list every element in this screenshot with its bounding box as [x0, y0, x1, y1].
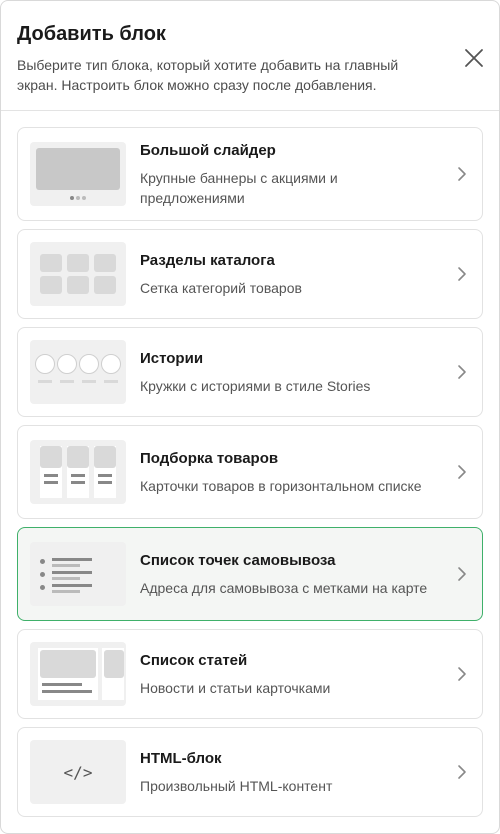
chevron-right-icon — [458, 167, 466, 181]
products-thumbnail — [30, 440, 126, 504]
chevron-right-icon — [458, 267, 466, 281]
block-option-stories[interactable]: Истории Кружки с историями в стиле Stori… — [17, 327, 483, 417]
html-thumbnail: </> — [30, 740, 126, 804]
close-icon — [465, 49, 483, 67]
chevron-right-icon — [458, 765, 466, 779]
block-option-product-selection[interactable]: Подборка товаров Карточки товаров в гори… — [17, 425, 483, 519]
block-title: Разделы каталога — [140, 251, 275, 269]
block-option-articles[interactable]: Список статей Новости и статьи карточкам… — [17, 629, 483, 719]
slider-thumbnail — [30, 142, 126, 206]
modal-title: Добавить блок — [17, 23, 166, 45]
chevron-right-icon — [458, 365, 466, 379]
block-title: Список статей — [140, 651, 248, 669]
modal-subtitle: Выберите тип блока, который хотите добав… — [17, 57, 399, 93]
block-option-catalog-sections[interactable]: Разделы каталога Сетка категорий товаров — [17, 229, 483, 319]
block-option-html[interactable]: </> HTML-блок Произвольный HTML-контент — [17, 727, 483, 817]
block-title: Список точек самовывоза — [140, 551, 336, 569]
chevron-right-icon — [458, 667, 466, 681]
pickup-points-thumbnail — [30, 542, 126, 606]
block-description: Сетка категорий товаров — [140, 279, 302, 296]
block-description: Кружки с историями в стиле Stories — [140, 377, 371, 394]
add-block-modal: Добавить блок Выберите тип блока, которы… — [0, 0, 500, 834]
block-title: Большой слайдер — [140, 141, 276, 159]
block-option-slider[interactable]: Большой слайдер Крупные баннеры с акциям… — [17, 127, 483, 221]
articles-thumbnail — [30, 642, 126, 706]
block-description: Крупные баннеры с акциями и предложениям… — [140, 169, 338, 206]
close-button[interactable] — [461, 45, 487, 71]
block-description: Карточки товаров в горизонтальном списке — [140, 477, 422, 494]
block-option-pickup-points[interactable]: Список точек самовывоза Адреса для самов… — [17, 527, 483, 621]
block-title: Истории — [140, 349, 204, 367]
block-description: Адреса для самовывоза с метками на карте — [140, 579, 428, 596]
block-description: Новости и статьи карточками — [140, 679, 331, 696]
chevron-right-icon — [458, 465, 466, 479]
block-title: HTML-блок — [140, 749, 222, 767]
block-type-list: Большой слайдер Крупные баннеры с акциям… — [1, 111, 499, 817]
stories-thumbnail — [30, 340, 126, 404]
block-title: Подборка товаров — [140, 449, 279, 467]
chevron-right-icon — [458, 567, 466, 581]
catalog-grid-thumbnail — [30, 242, 126, 306]
block-description: Произвольный HTML-контент — [140, 777, 333, 794]
modal-header: Добавить блок Выберите тип блока, которы… — [1, 1, 499, 111]
code-icon: </> — [63, 762, 93, 782]
